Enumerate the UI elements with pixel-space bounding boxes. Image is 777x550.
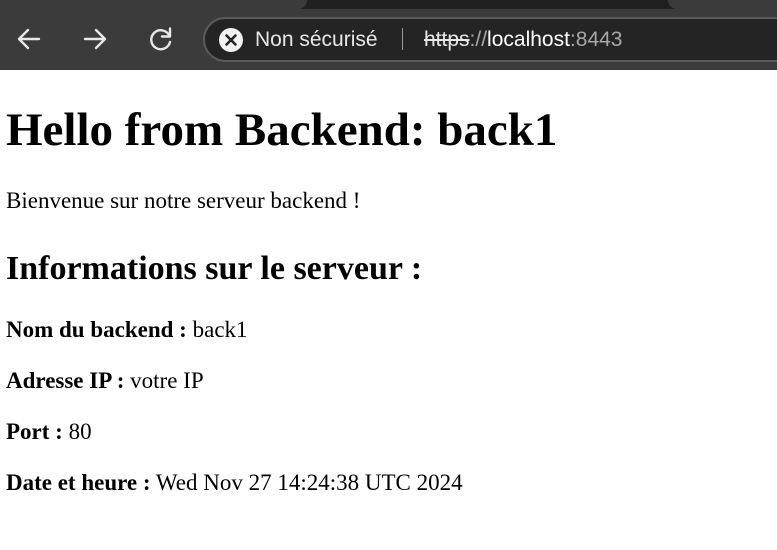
omnibox-separator [402, 28, 403, 50]
tab-strip [0, 0, 777, 9]
tab-active[interactable] [0, 0, 307, 9]
info-label: Date et heure : [6, 470, 151, 495]
tab-inactive[interactable] [668, 0, 777, 9]
info-row-backend-name: Nom du backend : back1 [6, 317, 248, 343]
url-separator: :// [469, 28, 488, 51]
not-secure-icon [219, 28, 243, 52]
info-label: Port : [6, 419, 63, 444]
welcome-text: Bienvenue sur notre serveur backend ! [6, 188, 361, 213]
info-label: Nom du backend : [6, 317, 187, 342]
reload-button[interactable] [144, 22, 178, 56]
url-host: localhost [487, 28, 570, 51]
page-title: Hello from Backend: back1 [6, 104, 558, 156]
section-title: Informations sur le serveur : [6, 250, 423, 287]
info-label: Adresse IP : [6, 368, 125, 393]
back-button[interactable] [12, 22, 46, 56]
info-value: 80 [68, 419, 92, 444]
arrow-left-icon [17, 28, 41, 50]
info-row-ip-address: Adresse IP : votre IP [6, 368, 204, 394]
info-row-port: Port : 80 [6, 419, 92, 445]
arrow-right-icon [83, 28, 107, 50]
forward-button[interactable] [78, 22, 112, 56]
info-value: votre IP [130, 368, 204, 393]
url-port: :8443 [569, 28, 623, 51]
security-label: Non sécurisé [255, 28, 378, 51]
reload-icon [150, 27, 172, 51]
browser-toolbar: Non sécurisé https://localhost:8443 [0, 0, 777, 70]
info-value: back1 [192, 317, 248, 342]
info-value: Wed Nov 27 14:24:38 UTC 2024 [155, 470, 463, 495]
security-indicator[interactable]: Non sécurisé [218, 26, 378, 54]
url-scheme: https [424, 28, 470, 51]
url-text[interactable]: https://localhost:8443 [424, 25, 623, 55]
info-row-date-time: Date et heure : Wed Nov 27 14:24:38 UTC … [6, 470, 463, 496]
